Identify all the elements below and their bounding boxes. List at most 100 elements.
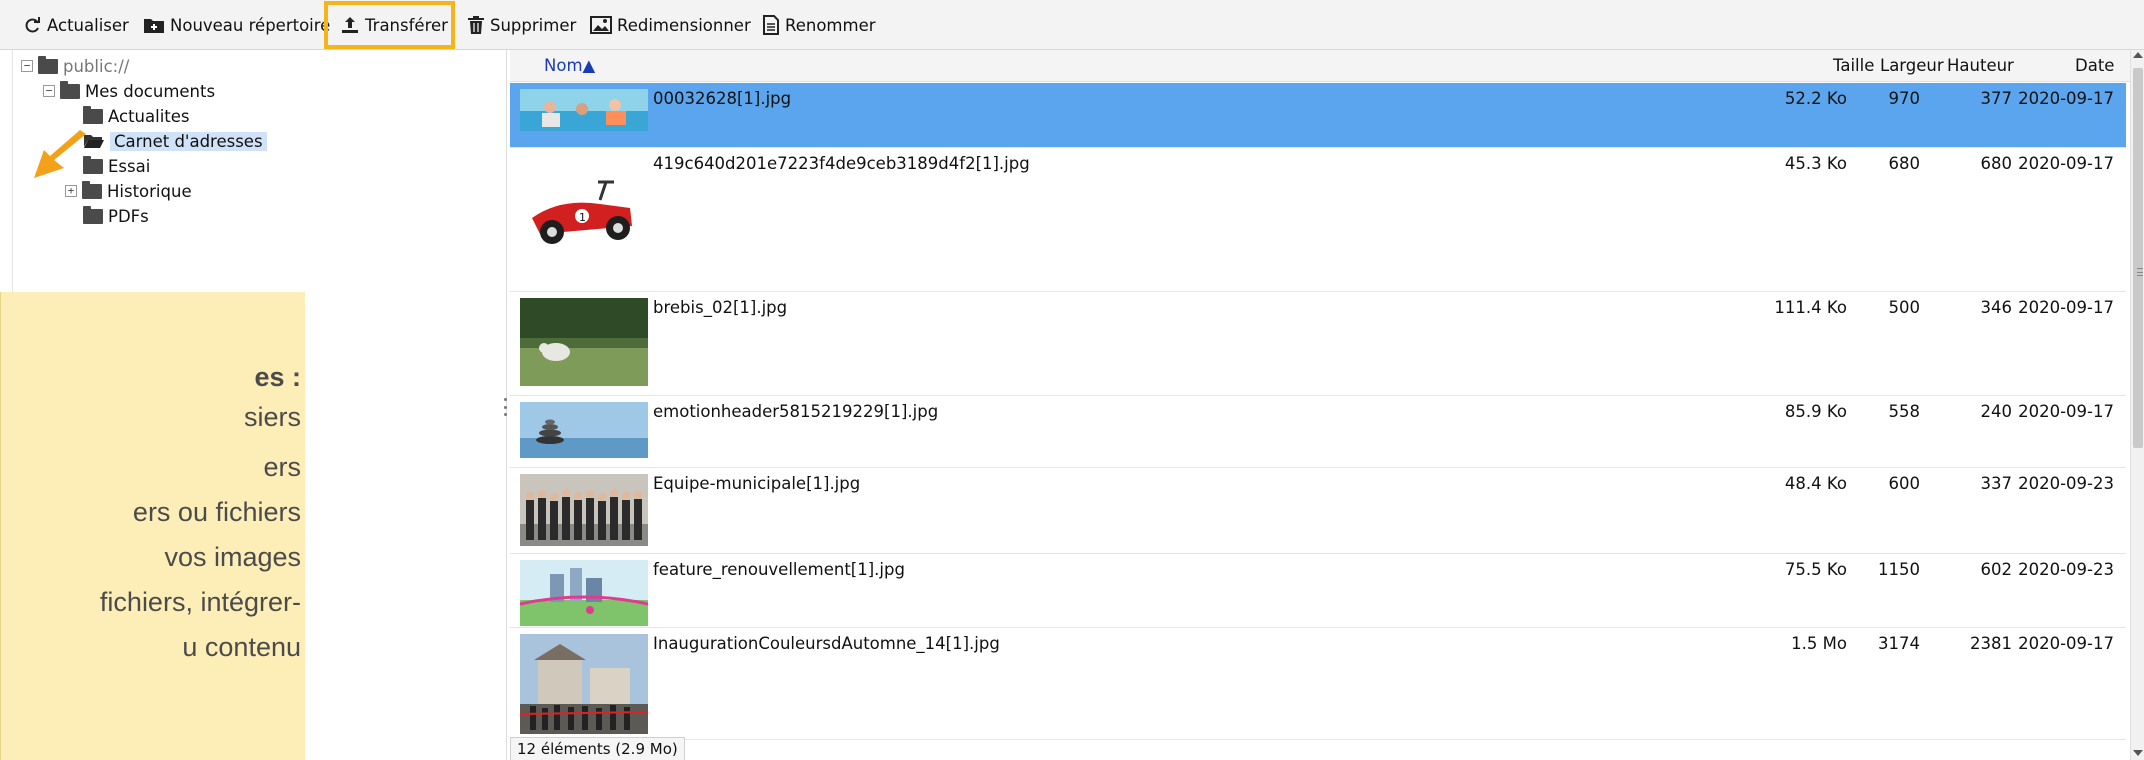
- file-date: 2020-09-17: [2018, 298, 2114, 317]
- file-thumbnail: [520, 474, 648, 546]
- file-width: 1150: [1878, 560, 1920, 579]
- folder-icon: [83, 105, 103, 124]
- file-row[interactable]: 1 419c640d201e7223f4de9ceb3189d4f2[1].jp…: [510, 148, 2126, 292]
- tree-item-label: Essai: [108, 156, 151, 176]
- file-date: 2020-09-23: [2018, 474, 2114, 493]
- tree-item-label: Mes documents: [85, 81, 216, 101]
- vertical-scrollbar[interactable]: [2130, 50, 2144, 760]
- folder-icon: [83, 205, 103, 224]
- trash-icon: [468, 16, 484, 34]
- collapse-icon[interactable]: −: [43, 85, 55, 97]
- pointer-arrow-icon: [34, 130, 86, 178]
- expand-icon[interactable]: +: [65, 185, 77, 197]
- resize-label: Redimensionner: [617, 15, 751, 35]
- sort-ascending-icon: ▲: [582, 56, 596, 75]
- file-size: 75.5 Ko: [1784, 560, 1847, 579]
- delete-button[interactable]: Supprimer: [467, 12, 576, 38]
- tree-item-essai[interactable]: Essai: [83, 154, 150, 178]
- file-thumbnail: 1: [520, 168, 648, 258]
- file-name: 00032628[1].jpg: [653, 89, 792, 108]
- toolbar: Actualiser Nouveau répertoire Transférer…: [0, 0, 2144, 50]
- file-date: 2020-09-23: [2018, 560, 2114, 579]
- file-row[interactable]: brebis_02[1].jpg 111.4 Ko 500 346 2020-0…: [510, 292, 2126, 396]
- file-width: 680: [1888, 154, 1921, 173]
- folder-icon: [60, 80, 80, 99]
- tree-item-label: Actualites: [108, 106, 190, 126]
- column-width-header[interactable]: Largeur: [1880, 56, 1944, 75]
- file-width: 500: [1888, 298, 1921, 317]
- file-row[interactable]: feature_renouvellement[1].jpg 75.5 Ko 11…: [510, 554, 2126, 628]
- refresh-label: Actualiser: [47, 15, 129, 35]
- column-height-header[interactable]: Hauteur: [1947, 56, 2014, 75]
- folder-icon: [82, 180, 102, 199]
- file-date: 2020-09-17: [2018, 634, 2114, 653]
- file-list-header: Nom▲ Taille Largeur Hauteur Date: [510, 50, 2130, 82]
- file-height: 680: [1980, 154, 2013, 173]
- file-thumbnail: [520, 560, 648, 626]
- tree-root[interactable]: − public://: [21, 54, 129, 78]
- tree-item-carnet-adresses[interactable]: Carnet d'adresses: [83, 129, 267, 153]
- scrollbar-thumb[interactable]: [2133, 68, 2143, 448]
- file-name: InaugurationCouleursdAutomne_14[1].jpg: [653, 634, 1000, 653]
- tree-item-mes-documents[interactable]: − Mes documents: [43, 79, 215, 103]
- file-width: 600: [1888, 474, 1921, 493]
- file-thumbnail: [520, 89, 648, 131]
- file-width: 558: [1888, 402, 1921, 421]
- rename-label: Renommer: [785, 15, 876, 35]
- file-size: 1.5 Mo: [1791, 634, 1847, 653]
- refresh-button[interactable]: Actualiser: [22, 12, 129, 38]
- help-line: vos images: [164, 542, 301, 572]
- grip-icon: [2137, 268, 2143, 276]
- file-size: 111.4 Ko: [1774, 298, 1847, 317]
- rename-button[interactable]: Renommer: [762, 12, 876, 38]
- column-name-header[interactable]: Nom▲: [544, 56, 595, 75]
- file-width: 970: [1888, 89, 1921, 108]
- scroll-down-icon[interactable]: [2133, 750, 2143, 756]
- file-size: 48.4 Ko: [1784, 474, 1847, 493]
- help-line: ers ou fichiers: [132, 497, 301, 527]
- resize-button[interactable]: Redimensionner: [590, 12, 751, 38]
- file-date: 2020-09-17: [2018, 154, 2114, 173]
- file-row[interactable]: 00032628[1].jpg 52.2 Ko 970 377 2020-09-…: [510, 83, 2126, 148]
- tree-item-label: Historique: [107, 181, 192, 201]
- file-row[interactable]: InaugurationCouleursdAutomne_14[1].jpg 1…: [510, 628, 2126, 740]
- file-row[interactable]: Equipe-municipale[1].jpg 48.4 Ko 600 337…: [510, 468, 2126, 554]
- refresh-icon: [25, 17, 40, 33]
- tree-item-actualites[interactable]: Actualites: [83, 104, 190, 128]
- file-thumbnail: [520, 402, 648, 458]
- tree-item-historique[interactable]: + Historique: [65, 179, 192, 203]
- folder-icon: [38, 55, 58, 74]
- status-bar: 12 éléments (2.9 Mo): [510, 737, 685, 760]
- pane-splitter[interactable]: [503, 398, 508, 416]
- file-size: 85.9 Ko: [1784, 402, 1847, 421]
- file-size: 45.3 Ko: [1784, 154, 1847, 173]
- file-height: 2381: [1970, 634, 2012, 653]
- upload-highlight-box: [324, 1, 455, 49]
- file-row[interactable]: emotionheader5815219229[1].jpg 85.9 Ko 5…: [510, 396, 2126, 468]
- column-date-header[interactable]: Date: [2075, 56, 2114, 75]
- new-folder-label: Nouveau répertoire: [170, 15, 331, 35]
- column-size-header[interactable]: Taille: [1833, 56, 1874, 75]
- file-height: 240: [1980, 402, 2013, 421]
- delete-label: Supprimer: [490, 15, 577, 35]
- help-line: ers: [263, 452, 301, 482]
- file-date: 2020-09-17: [2018, 402, 2114, 421]
- file-size: 52.2 Ko: [1784, 89, 1847, 108]
- file-height: 346: [1980, 298, 2013, 317]
- tree-item-pdfs[interactable]: PDFs: [83, 204, 149, 228]
- help-line: u contenu: [182, 632, 301, 662]
- collapse-icon[interactable]: −: [21, 60, 33, 72]
- new-folder-button[interactable]: Nouveau répertoire: [143, 12, 330, 38]
- new-folder-icon: [144, 19, 164, 33]
- file-thumbnail: [520, 298, 648, 386]
- file-width: 3174: [1878, 634, 1920, 653]
- file-date: 2020-09-17: [2018, 89, 2114, 108]
- file-name: 419c640d201e7223f4de9ceb3189d4f2[1].jpg: [653, 154, 1030, 173]
- file-name: brebis_02[1].jpg: [653, 298, 788, 317]
- file-height: 377: [1980, 89, 2013, 108]
- scroll-up-icon[interactable]: [2133, 52, 2143, 58]
- tree-item-label: PDFs: [108, 206, 149, 226]
- tree-root-label: public://: [63, 56, 130, 76]
- help-line: fichiers, intégrer-: [99, 587, 301, 617]
- document-icon: [763, 15, 779, 35]
